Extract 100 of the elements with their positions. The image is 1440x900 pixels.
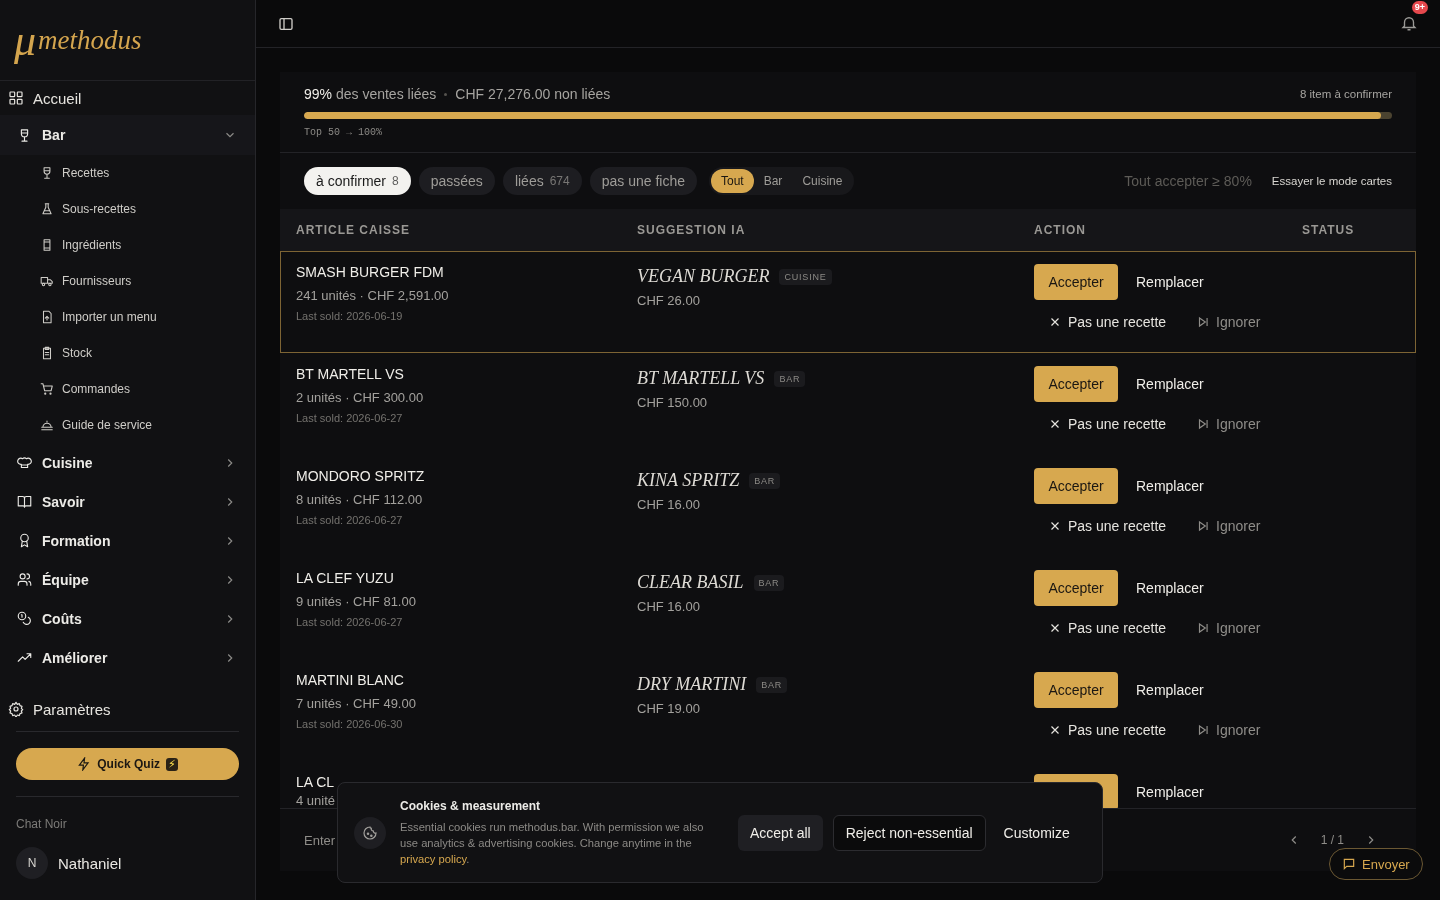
nav-group[interactable]: Bar bbox=[0, 115, 255, 155]
users-icon bbox=[17, 572, 32, 587]
nav-subitem[interactable]: Sous-recettes bbox=[0, 191, 255, 227]
table-row[interactable]: MARTINI BLANC 7 unités · CHF 49.00 Last sold: 2026-06-30 DRY MARTINI BAR CHF 19.00 Accepter Remplacer Pas une recette Ignorer bbox=[280, 659, 1416, 761]
nav-subitem[interactable]: Stock bbox=[0, 335, 255, 371]
nav-subitem[interactable]: Guide de service bbox=[0, 407, 255, 443]
not-recipe-button[interactable]: Pas une recette bbox=[1048, 620, 1167, 636]
article-name: SMASH BURGER FDM bbox=[296, 264, 444, 280]
accept-button[interactable]: Accepter bbox=[1034, 264, 1118, 300]
nav-group[interactable]: Cuisine bbox=[0, 443, 255, 482]
replace-button[interactable]: Remplacer bbox=[1136, 580, 1204, 596]
cookie-button[interactable]: Customize bbox=[995, 814, 1078, 851]
file-upload-icon bbox=[40, 310, 54, 324]
logo-text: methodus bbox=[38, 24, 142, 56]
sidebar-toggle-icon[interactable] bbox=[278, 15, 294, 32]
user-avatar[interactable]: N bbox=[16, 847, 48, 879]
cookie-button[interactable]: Accept all bbox=[738, 814, 823, 851]
cookie-button[interactable]: Reject non-essential bbox=[832, 814, 986, 851]
ignore-button[interactable]: Ignorer bbox=[1196, 620, 1261, 636]
ignore-button[interactable]: Ignorer bbox=[1196, 518, 1261, 534]
not-recipe-button[interactable]: Pas une recette bbox=[1048, 416, 1167, 432]
article-units: 8 unités · CHF 112.00 bbox=[296, 492, 423, 507]
notification-badge: 9+ bbox=[1411, 0, 1428, 14]
unlinked-amount: CHF 27,276.00 non liées bbox=[455, 86, 611, 102]
chef-hat-icon bbox=[17, 455, 32, 470]
accept-button[interactable]: Accepter bbox=[1034, 468, 1118, 504]
article-name: LA CL bbox=[296, 774, 335, 790]
nav-group[interactable]: Améliorer bbox=[0, 638, 255, 677]
nav-group[interactable]: Coûts bbox=[0, 599, 255, 638]
replace-button[interactable]: Remplacer bbox=[1136, 376, 1204, 392]
nav-group[interactable]: Savoir bbox=[0, 482, 255, 521]
skip-icon bbox=[1196, 519, 1211, 533]
filter-chip[interactable]: à confirmer 8 bbox=[304, 167, 411, 195]
column-header: SUGGESTION IA bbox=[636, 223, 747, 237]
wine-glass-icon bbox=[40, 166, 54, 180]
settings-icon bbox=[8, 701, 24, 717]
table-row[interactable]: MONDORO SPRITZ 8 unités · CHF 112.00 Last sold: 2026-06-27 KINA SPRITZ BAR CHF 16.00 Accepter Remplacer Pas une recette Ignorer bbox=[280, 455, 1416, 557]
column-header: STATUS bbox=[1302, 223, 1356, 237]
category-tag: BAR bbox=[749, 472, 781, 489]
flask-icon bbox=[40, 202, 54, 216]
suggestion-name: BT MARTELL VS bbox=[637, 368, 765, 389]
pending-count: 8 item à confirmer bbox=[1299, 88, 1392, 100]
skip-icon bbox=[1196, 723, 1211, 737]
nav-subitem[interactable]: Commandes bbox=[0, 371, 255, 407]
last-sold-date: Last sold: 2026-06-27 bbox=[296, 616, 404, 628]
table-row[interactable]: SMASH BURGER FDM 241 unités · CHF 2,591.00 Last sold: 2026-06-19 VEGAN BURGER CUISINE CHF 26.00 Accepter Remplacer Pas une recette Ignorer bbox=[280, 251, 1416, 353]
trend-icon bbox=[17, 650, 32, 665]
scope-tab[interactable]: Bar bbox=[753, 169, 793, 193]
replace-button[interactable]: Remplacer bbox=[1136, 784, 1204, 800]
truck-icon bbox=[40, 274, 54, 288]
replace-button[interactable]: Remplacer bbox=[1136, 478, 1204, 494]
not-recipe-button[interactable]: Pas une recette bbox=[1048, 314, 1167, 330]
table-row[interactable]: LA CLEF YUZU 9 unités · CHF 81.00 Last sold: 2026-06-27 CLEAR BASIL BAR CHF 16.00 Accepter Remplacer Pas une recette Ignorer bbox=[280, 557, 1416, 659]
filter-chip[interactable]: pas une fiche bbox=[589, 167, 697, 195]
book-icon bbox=[17, 494, 32, 509]
article-name: MONDORO SPRITZ bbox=[296, 468, 425, 484]
nav-subitem[interactable]: Ingrédients bbox=[0, 227, 255, 263]
skip-icon bbox=[1196, 315, 1211, 329]
replace-button[interactable]: Remplacer bbox=[1136, 682, 1204, 698]
replace-button[interactable]: Remplacer bbox=[1136, 274, 1204, 290]
category-tag: BAR bbox=[774, 370, 806, 387]
article-name: MARTINI BLANC bbox=[296, 672, 404, 688]
nav-item[interactable]: Accueil bbox=[0, 81, 255, 115]
nav-subitem[interactable]: Importer un menu bbox=[0, 299, 255, 335]
table-row[interactable]: BT MARTELL VS 2 unités · CHF 300.00 Last sold: 2026-06-27 BT MARTELL VS BAR CHF 150.00 Accepter Remplacer Pas une recette Ignorer bbox=[280, 353, 1416, 455]
quick-quiz-button[interactable]: Quick Quiz ⚡ bbox=[16, 748, 239, 780]
filter-chip[interactable]: liées 674 bbox=[502, 167, 582, 195]
filter-chip[interactable]: passées bbox=[418, 167, 495, 195]
ignore-button[interactable]: Ignorer bbox=[1196, 314, 1261, 330]
article-units: 4 unité bbox=[296, 793, 336, 808]
nav-item[interactable]: Paramètres bbox=[0, 687, 255, 731]
article-units: 2 unités · CHF 300.00 bbox=[296, 390, 424, 405]
scope-tab[interactable]: Tout bbox=[711, 169, 754, 193]
nav-group[interactable]: Formation bbox=[0, 521, 255, 560]
article-name: BT MARTELL VS bbox=[296, 366, 404, 382]
nav-subitem[interactable]: Fournisseurs bbox=[0, 263, 255, 299]
suggestion-price: CHF 150.00 bbox=[637, 395, 709, 410]
bulk-action-button[interactable]: Essayer le mode cartes bbox=[1271, 175, 1392, 187]
last-sold-date: Last sold: 2026-06-27 bbox=[296, 514, 404, 526]
cloche-icon bbox=[40, 418, 54, 432]
not-recipe-button[interactable]: Pas une recette bbox=[1048, 518, 1167, 534]
not-recipe-button[interactable]: Pas une recette bbox=[1048, 722, 1167, 738]
accept-button[interactable]: Accepter bbox=[1034, 366, 1118, 402]
suggestion-price: CHF 26.00 bbox=[637, 293, 701, 308]
accept-button[interactable]: Accepter bbox=[1034, 672, 1118, 708]
award-icon bbox=[17, 533, 32, 548]
category-tag: BAR bbox=[753, 574, 785, 591]
cookie-icon bbox=[354, 816, 386, 849]
category-tag: CUISINE bbox=[779, 268, 832, 285]
page-indicator: 1 / 1 bbox=[1320, 833, 1344, 847]
coins-icon bbox=[17, 611, 32, 626]
accept-button[interactable]: Accepter bbox=[1034, 570, 1118, 606]
nav-group[interactable]: Équipe bbox=[0, 560, 255, 599]
chat-icon bbox=[1342, 857, 1356, 871]
ignore-button[interactable]: Ignorer bbox=[1196, 722, 1261, 738]
scope-tab[interactable]: Cuisine bbox=[792, 169, 853, 193]
nav-subitem[interactable]: Recettes bbox=[0, 155, 255, 191]
progress-caption: Top 50 → 100% bbox=[304, 127, 383, 138]
send-feedback-button[interactable]: Envoyer bbox=[1329, 848, 1423, 880]
ignore-button[interactable]: Ignorer bbox=[1196, 416, 1261, 432]
